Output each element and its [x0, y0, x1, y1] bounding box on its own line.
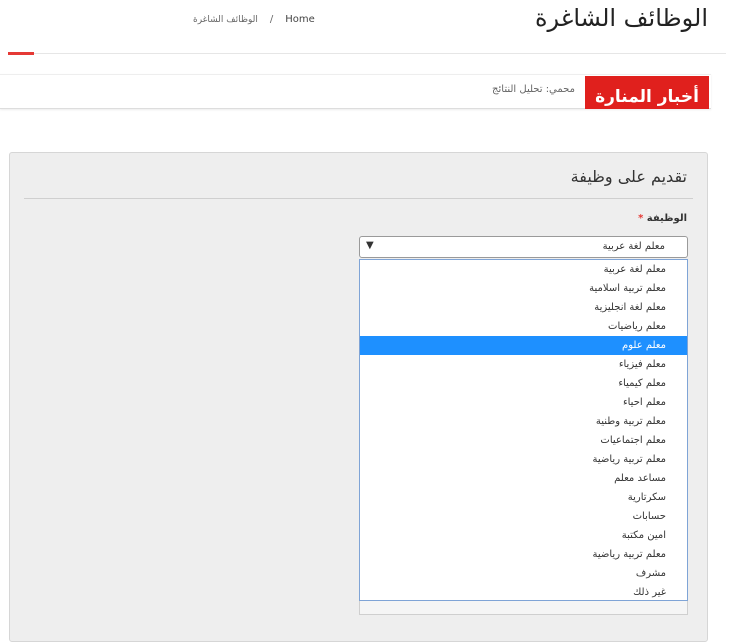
breadcrumb-home-link[interactable]: Home — [285, 14, 315, 25]
page-title: الوظائف الشاغرة — [534, 4, 708, 32]
page-header: الوظائف الشاغرة الوظائف الشاغرة / Home — [0, 0, 734, 56]
news-ticker-label: أخبار المنارة — [585, 76, 709, 109]
job-dropdown-list[interactable]: معلم لغة عربية معلم تربية اسلامية معلم لغة… — [359, 259, 688, 601]
dropdown-option[interactable]: معلم رياضيات — [360, 317, 687, 336]
dropdown-option[interactable]: معلم تربية رياضية — [360, 450, 687, 469]
dropdown-option[interactable]: مساعد معلم — [360, 469, 687, 488]
job-select-value: معلم لغة عربية — [602, 241, 665, 252]
dropdown-option[interactable]: غير ذلك — [360, 583, 687, 600]
dropdown-option[interactable]: معلم لغة عربية — [360, 260, 687, 279]
form-title: تقديم على وظيفة — [570, 167, 687, 186]
dropdown-option[interactable]: امين مكتبة — [360, 526, 687, 545]
dropdown-option[interactable]: مشرف — [360, 564, 687, 583]
dropdown-option[interactable]: معلم احياء — [360, 393, 687, 412]
dropdown-option[interactable]: معلم تربية وطنية — [360, 412, 687, 431]
breadcrumb: الوظائف الشاغرة / Home — [193, 14, 315, 25]
form-divider — [24, 198, 693, 199]
header-accent-bar — [8, 52, 34, 55]
dropdown-option[interactable]: معلم لغة انجليزية — [360, 298, 687, 317]
dropdown-option[interactable]: حسابات — [360, 507, 687, 526]
chevron-down-icon: ▼ — [366, 240, 374, 251]
job-field-label-text: الوظيفة — [646, 213, 687, 224]
dropdown-option[interactable]: سكرتارية — [360, 488, 687, 507]
job-application-card: تقديم على وظيفة الوظيفة * ▼ معلم لغة عرب… — [9, 152, 708, 642]
dropdown-option[interactable]: معلم كيمياء — [360, 374, 687, 393]
required-asterisk: * — [638, 213, 644, 224]
dropdown-bottom-edge — [359, 601, 688, 615]
news-ticker-item[interactable]: محمي: تحليل النتائج — [492, 84, 575, 95]
dropdown-option[interactable]: معلم اجتماعيات — [360, 431, 687, 450]
dropdown-option[interactable]: معلم تربية اسلامية — [360, 279, 687, 298]
dropdown-option[interactable]: معلم فيزياء — [360, 355, 687, 374]
news-ticker: أخبار المنارة محمي: تحليل النتائج — [0, 74, 711, 109]
header-divider — [8, 53, 726, 54]
job-field-label: الوظيفة * — [634, 213, 687, 224]
dropdown-option[interactable]: معلم علوم — [360, 336, 687, 355]
job-select[interactable]: ▼ معلم لغة عربية — [359, 236, 688, 258]
dropdown-option[interactable]: معلم تربية رياضية — [360, 545, 687, 564]
breadcrumb-current: الوظائف الشاغرة — [193, 14, 258, 25]
breadcrumb-separator: / — [269, 14, 274, 25]
